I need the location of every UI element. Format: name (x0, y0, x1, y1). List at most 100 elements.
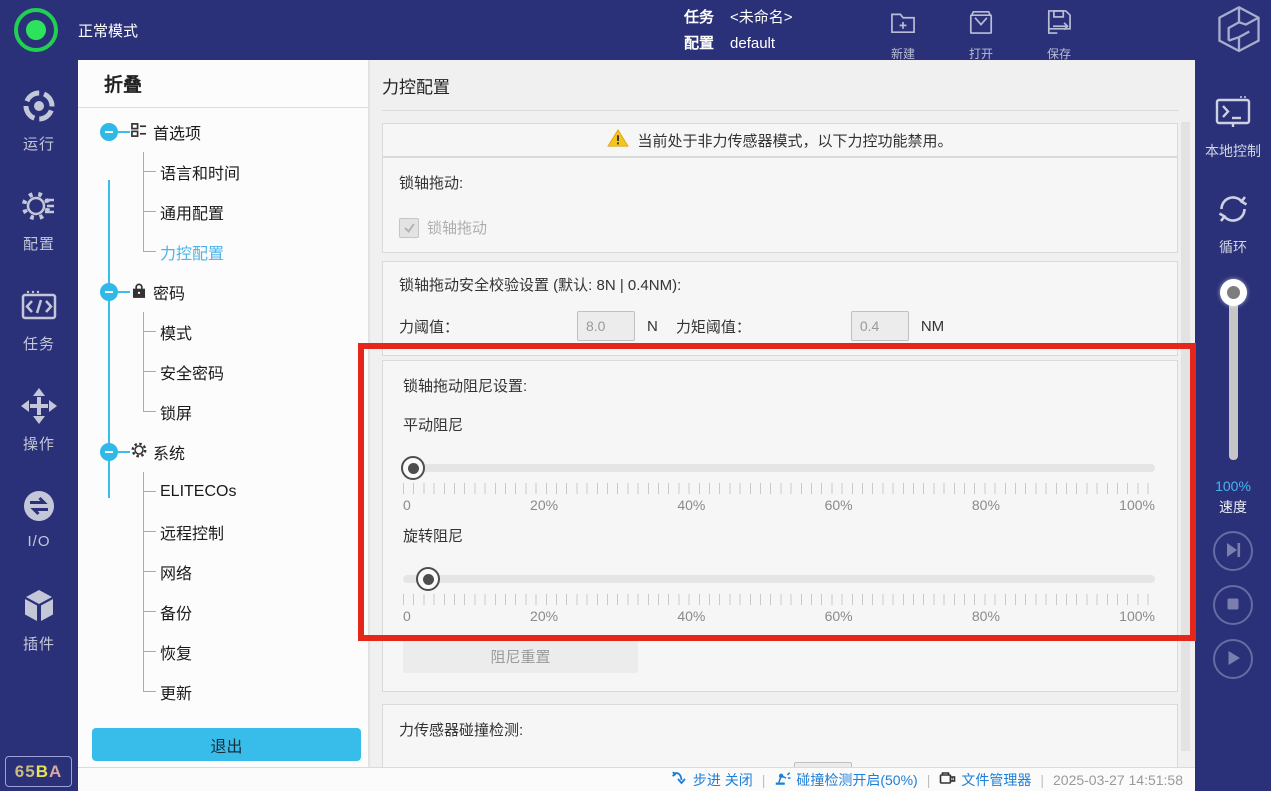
rotation-slider-handle[interactable] (416, 567, 440, 591)
damping-reset-button[interactable]: 阻尼重置 (403, 640, 638, 673)
lock-axis-drag-checkbox[interactable] (399, 218, 419, 238)
file-manager-button[interactable]: 文件管理器 (939, 770, 1031, 790)
move-arrows-icon (19, 386, 59, 431)
force-threshold-label: 力阈值： (399, 316, 577, 337)
torque-threshold-input[interactable] (851, 311, 909, 341)
preferences-icon (130, 122, 147, 143)
code-window-icon (19, 286, 59, 331)
open-task-button[interactable]: 打开 (964, 5, 998, 62)
config-label: 配置 (684, 32, 714, 56)
slider-ticks (403, 594, 1155, 605)
loop-icon (1212, 188, 1254, 235)
right-sidebar: 本地控制 循环 100% 速度 (1195, 60, 1271, 791)
step-mode-toggle[interactable]: 步进 关闭 (671, 770, 753, 790)
collapse-tree-button[interactable]: 折叠 (78, 60, 368, 108)
stop-button[interactable] (1213, 585, 1253, 625)
section-title: 锁轴拖动阻尼设置: (403, 375, 1155, 396)
rotation-damping-slider[interactable] (403, 566, 1155, 592)
step-forward-button[interactable] (1213, 531, 1253, 571)
tree-item-mode[interactable]: 模式 (143, 312, 368, 352)
sidebar-item-label: 操作 (23, 433, 55, 454)
slider-track[interactable] (403, 464, 1155, 472)
tree-item-force-control[interactable]: 力控配置 (143, 232, 368, 272)
collision-detection-status[interactable]: 碰撞检测开启(50%) (774, 770, 917, 790)
tree-node-label: 首选项 (153, 120, 201, 144)
lock-axis-drag-section: 锁轴拖动: 锁轴拖动 (382, 157, 1178, 253)
new-file-icon (886, 5, 920, 44)
terminal-icon (1212, 92, 1254, 139)
collapse-node-icon[interactable] (100, 443, 118, 461)
settings-tree-panel: 折叠 首选项 语言和时间 通用配置 力控配置 (78, 60, 370, 767)
left-sidebar: 运行 配置 任务 操作 I/O (0, 60, 78, 791)
new-task-button[interactable]: 新建 (886, 5, 920, 62)
force-unit: N (647, 318, 658, 335)
section-title: 锁轴拖动: (399, 172, 1161, 193)
tree-item-update[interactable]: 更新 (143, 672, 368, 712)
tree-item-elitecos[interactable]: ELITECOs (143, 472, 368, 512)
collapse-node-icon[interactable] (100, 123, 118, 141)
force-threshold-input[interactable] (577, 311, 635, 341)
vertical-scrollbar[interactable] (1181, 122, 1190, 751)
loop-label: 循环 (1219, 237, 1247, 257)
task-config-info: 任务 <未命名> 配置 default (684, 6, 793, 58)
collision-detection-label: 碰撞检测开启(50%) (796, 770, 917, 790)
tree-item-network[interactable]: 网络 (143, 552, 368, 592)
warning-icon (607, 128, 629, 152)
tree-item-restore[interactable]: 恢复 (143, 632, 368, 672)
speed-slider-handle[interactable] (1220, 279, 1247, 306)
step-mode-icon (671, 770, 688, 790)
sidebar-item-task[interactable]: 任务 (19, 286, 59, 386)
translation-damping-slider[interactable] (403, 455, 1155, 481)
status-light-icon (14, 8, 58, 52)
status-datetime: 2025-03-27 14:51:58 (1053, 772, 1183, 788)
task-label: 任务 (684, 6, 714, 30)
brand-logo-icon (1216, 5, 1262, 53)
sidebar-item-plugin[interactable]: 插件 (19, 586, 59, 686)
play-button[interactable] (1213, 639, 1253, 679)
tree-node-password[interactable]: 密码 (78, 272, 368, 312)
tree-item-safety-password[interactable]: 安全密码 (143, 352, 368, 392)
tree-item-language-time[interactable]: 语言和时间 (143, 152, 368, 192)
local-control-label: 本地控制 (1205, 141, 1261, 161)
tree-item-remote-control[interactable]: 远程控制 (143, 512, 368, 552)
tree-item-backup[interactable]: 备份 (143, 592, 368, 632)
translation-damping-label: 平动阻尼 (403, 414, 1155, 435)
skip-icon (1222, 539, 1244, 564)
loop-button[interactable]: 循环 (1195, 188, 1271, 257)
safety-check-section: 锁轴拖动安全校验设置 (默认: 8N | 0.4NM): 力阈值： N 力矩阈值… (382, 261, 1178, 356)
file-manager-label: 文件管理器 (961, 770, 1031, 790)
collision-detection-icon (774, 770, 791, 790)
save-icon (1042, 5, 1076, 44)
page-title: 力控配置 (382, 73, 1179, 111)
speed-slider-track[interactable] (1229, 292, 1238, 460)
sidebar-item-label: 运行 (23, 133, 55, 154)
exit-button[interactable]: 退出 (92, 728, 361, 761)
slider-track[interactable] (403, 575, 1155, 583)
top-bar: 正常模式 任务 <未命名> 配置 default 新建 (0, 0, 1271, 60)
sidebar-item-io[interactable]: I/O (19, 486, 59, 586)
preferences-children: 语言和时间 通用配置 力控配置 (143, 152, 368, 272)
tree-node-preferences[interactable]: 首选项 (78, 112, 368, 152)
tree-item-general-config[interactable]: 通用配置 (143, 192, 368, 232)
warning-banner: 当前处于非力传感器模式，以下力控功能禁用。 (382, 123, 1178, 157)
translation-slider-handle[interactable] (401, 456, 425, 480)
gear-config-icon (19, 186, 59, 231)
sidebar-item-label: 插件 (23, 633, 55, 654)
checkbox-label: 锁轴拖动 (427, 217, 487, 238)
save-task-button[interactable]: 保存 (1042, 5, 1076, 62)
slider-ticks (403, 483, 1155, 494)
sidebar-item-config[interactable]: 配置 (19, 186, 59, 286)
collapse-node-icon[interactable] (100, 283, 118, 301)
app-screen: 正常模式 任务 <未命名> 配置 default 新建 (0, 0, 1271, 791)
settings-tree: 首选项 语言和时间 通用配置 力控配置 密码 模式 安全密码 锁屏 (78, 108, 368, 712)
tree-node-system[interactable]: 系统 (78, 432, 368, 472)
mode-label: 正常模式 (78, 20, 138, 41)
step-mode-label: 步进 关闭 (693, 770, 753, 790)
tree-item-lock-screen[interactable]: 锁屏 (143, 392, 368, 432)
config-value: default (730, 32, 775, 56)
sidebar-item-run[interactable]: 运行 (19, 86, 59, 186)
local-control-button[interactable]: 本地控制 (1195, 92, 1271, 161)
topbar-actions: 新建 打开 保存 (886, 5, 1076, 62)
system-children: ELITECOs 远程控制 网络 备份 恢复 更新 (143, 472, 368, 712)
sidebar-item-operate[interactable]: 操作 (19, 386, 59, 486)
